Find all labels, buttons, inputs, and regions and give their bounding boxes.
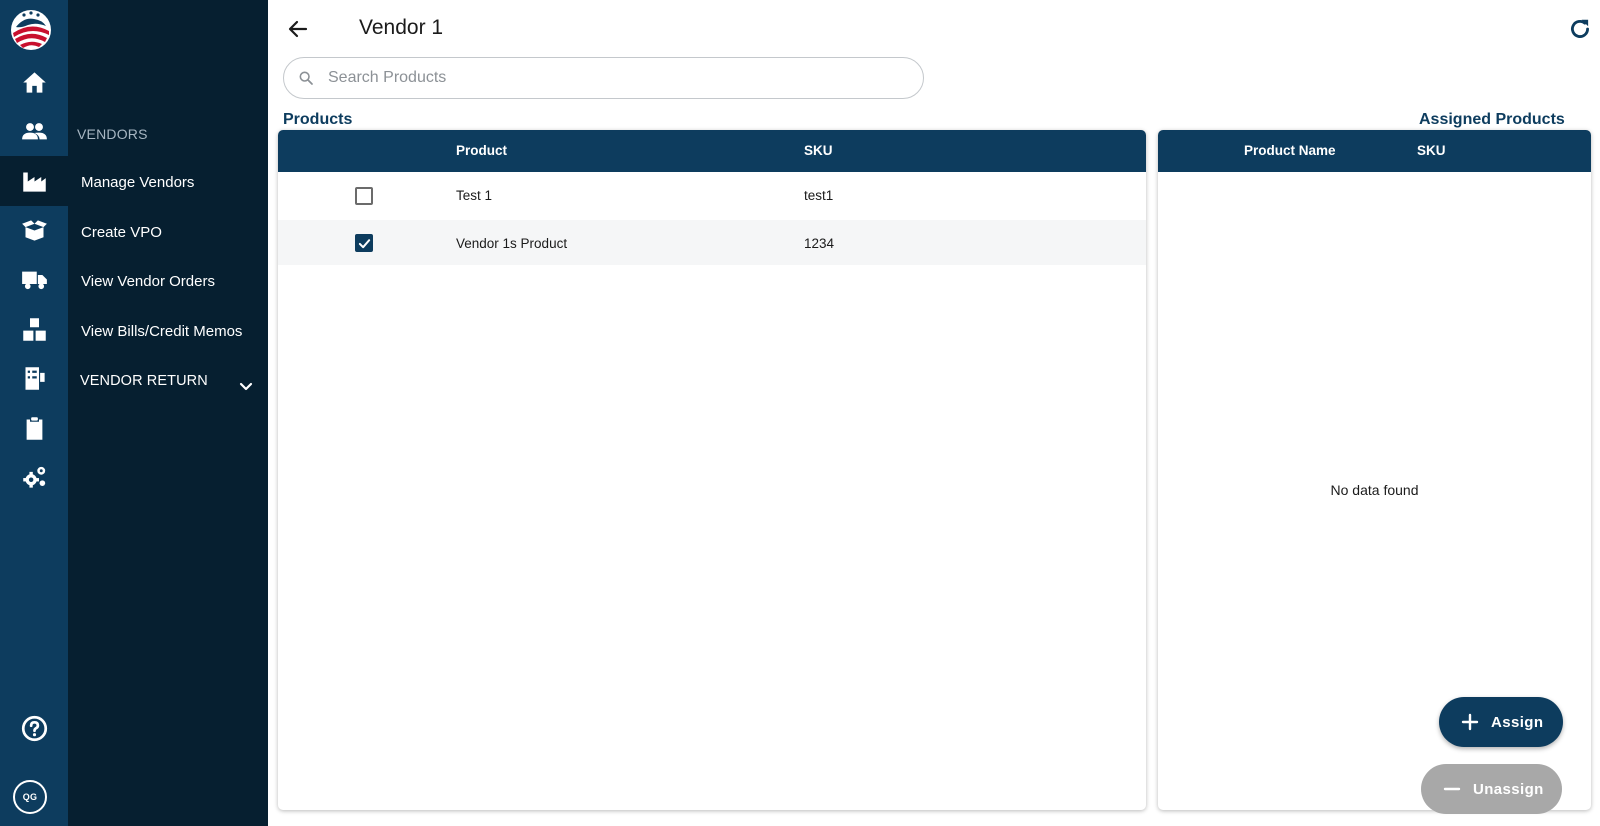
open-box-icon[interactable]	[0, 205, 68, 255]
refresh-icon[interactable]	[1567, 16, 1593, 42]
clipboard-icon[interactable]	[0, 403, 68, 453]
avatar[interactable]: QG	[13, 780, 47, 814]
menu-item-vendor-return[interactable]: VENDOR RETURN	[80, 373, 208, 389]
products-table-header: Product SKU	[278, 130, 1146, 172]
receipt-icon[interactable]	[0, 353, 68, 403]
back-arrow-icon[interactable]	[286, 17, 310, 41]
unassign-button[interactable]: Unassign	[1421, 764, 1562, 814]
product-name-cell: Vendor 1s Product	[456, 236, 568, 251]
assign-button[interactable]: Assign	[1439, 697, 1563, 747]
help-icon[interactable]	[0, 703, 68, 753]
gears-icon[interactable]	[0, 452, 68, 502]
home-icon[interactable]	[0, 57, 68, 107]
products-label: Products	[283, 111, 353, 128]
truck-icon[interactable]	[0, 254, 68, 304]
assigned-products-label: Assigned Products	[1419, 111, 1565, 128]
row-checkbox[interactable]	[355, 187, 373, 205]
minus-icon	[1443, 787, 1461, 791]
row-checkbox-checked[interactable]	[355, 234, 373, 252]
menu-heading: VENDORS	[77, 126, 148, 142]
empty-state-text: No data found	[1330, 482, 1419, 498]
menu-item-view-vendor-orders[interactable]: View Vendor Orders	[81, 273, 215, 290]
checkmark-icon	[358, 239, 371, 249]
column-header-sku[interactable]: SKU	[804, 143, 833, 158]
menu-item-create-vpo[interactable]: Create VPO	[81, 224, 162, 241]
chevron-down-icon[interactable]	[238, 379, 254, 395]
table-row[interactable]: Test 1 test1	[278, 172, 1146, 220]
unassign-button-label: Unassign	[1473, 780, 1544, 798]
product-name-cell: Test 1	[456, 188, 493, 203]
users-icon[interactable]	[0, 106, 68, 156]
menu-item-manage-vendors[interactable]: Manage Vendors	[81, 174, 194, 191]
search-bar	[283, 57, 924, 99]
boxes-icon[interactable]	[0, 304, 68, 354]
vendors-menu: VENDORS Manage Vendors Create VPO View V…	[68, 0, 268, 826]
sku-cell: 1234	[804, 236, 835, 251]
column-header-sku[interactable]: SKU	[1417, 143, 1446, 158]
sku-cell: test1	[804, 188, 834, 203]
column-header-product[interactable]: Product	[456, 143, 507, 158]
table-row[interactable]: Vendor 1s Product 1234	[278, 220, 1146, 265]
page-title: Vendor 1	[359, 16, 444, 39]
plus-icon	[1461, 713, 1479, 731]
assign-button-label: Assign	[1491, 713, 1544, 731]
search-icon	[299, 71, 313, 85]
factory-icon[interactable]	[0, 156, 68, 206]
eagle-flag-logo-icon[interactable]	[10, 9, 52, 51]
column-header-product-name[interactable]: Product Name	[1244, 143, 1336, 158]
icon-rail: QG	[0, 0, 68, 826]
products-table: Product SKU Test 1 test1 Vendor 1s Produ…	[278, 130, 1146, 810]
assigned-table-header: Product Name SKU	[1158, 130, 1591, 172]
menu-item-view-bills-credit-memos[interactable]: View Bills/Credit Memos	[81, 323, 242, 340]
main-content: Vendor 1 Products Assigned Products Prod…	[268, 0, 1600, 826]
search-input[interactable]	[328, 69, 908, 87]
